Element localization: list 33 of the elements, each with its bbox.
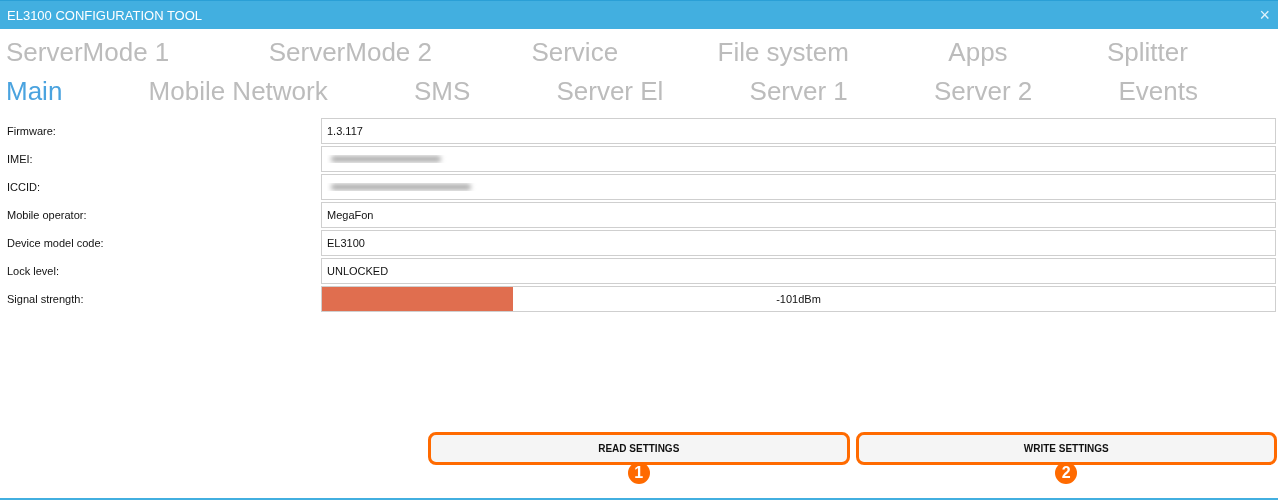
- tab[interactable]: Main: [6, 76, 63, 107]
- field-label: ICCID:: [6, 181, 41, 193]
- tab[interactable]: SMS: [413, 76, 471, 107]
- tab[interactable]: File system: [717, 37, 849, 68]
- close-button[interactable]: ×: [1259, 6, 1270, 24]
- tab[interactable]: Mobile Network: [148, 76, 328, 107]
- tab[interactable]: Server El: [556, 76, 664, 107]
- input-field[interactable]: 1.3.117: [321, 118, 1276, 144]
- field-label: IMEI:: [6, 153, 34, 165]
- field-label: Firmware:: [6, 125, 57, 137]
- tab[interactable]: ServerMode 1: [6, 37, 170, 68]
- tab[interactable]: Events: [1118, 76, 1198, 107]
- tab[interactable]: Apps: [948, 37, 1008, 68]
- window-title: EL3100 CONFIGURATION TOOL: [7, 7, 203, 23]
- settings-button[interactable]: WRITE SETTINGS: [855, 432, 1277, 465]
- input-field[interactable]: [321, 146, 1276, 172]
- tab[interactable]: Service: [531, 37, 619, 68]
- step-badge: 2: [1055, 462, 1078, 484]
- input-field[interactable]: [321, 174, 1276, 200]
- signal-reading: -101dBm: [776, 293, 821, 305]
- settings-button[interactable]: READ SETTINGS: [428, 432, 850, 465]
- field-label: Mobile operator:: [6, 209, 88, 221]
- tab[interactable]: Splitter: [1107, 37, 1188, 68]
- input-field[interactable]: EL3100: [321, 230, 1276, 256]
- input-field[interactable]: UNLOCKED: [321, 258, 1276, 284]
- field-label: Lock level:: [6, 265, 60, 277]
- tab[interactable]: Server 1: [749, 76, 848, 107]
- tab[interactable]: ServerMode 2: [268, 37, 432, 68]
- field-label: Device model code:: [6, 237, 105, 249]
- tab[interactable]: Server 2: [934, 76, 1033, 107]
- input-field[interactable]: MegaFon: [321, 202, 1276, 228]
- field-label: Signal strength:: [6, 293, 85, 305]
- step-badge: 1: [627, 462, 650, 484]
